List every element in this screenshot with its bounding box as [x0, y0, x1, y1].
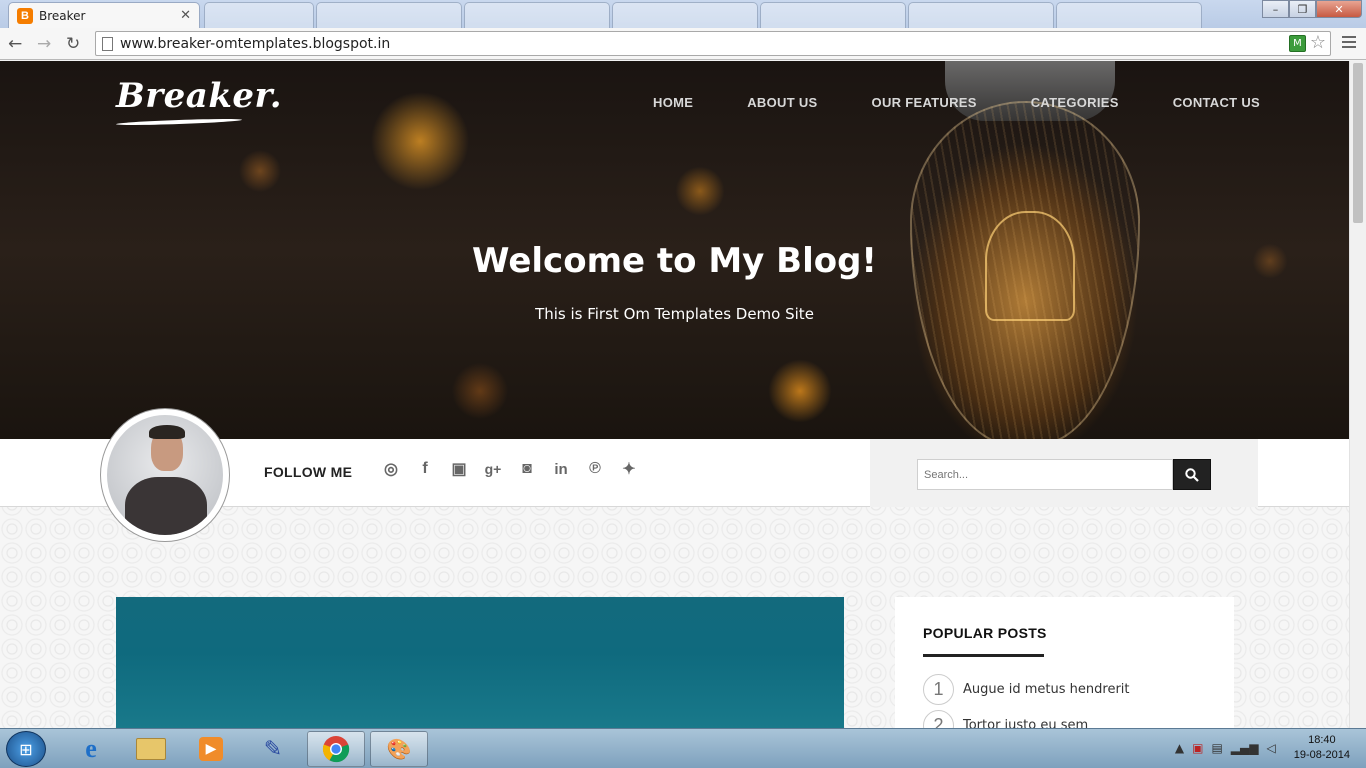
flickr-icon[interactable]: ▣ [449, 459, 469, 479]
tab-background[interactable] [612, 2, 758, 28]
chrome-taskbar-icon[interactable] [307, 731, 365, 767]
address-bar[interactable]: www.breaker-omtemplates.blogspot.in M ☆ [95, 31, 1331, 56]
linkedin-icon[interactable]: in [551, 459, 571, 479]
clock[interactable]: 18:40 19-08-2014 [1294, 733, 1350, 763]
search-icon [1185, 467, 1199, 482]
clock-date: 19-08-2014 [1293, 749, 1350, 761]
paint-tool-icon[interactable]: ✎ [244, 731, 302, 767]
instagram-icon[interactable]: ◙ [517, 459, 537, 479]
tab-background[interactable] [464, 2, 610, 28]
search-button[interactable] [1173, 459, 1211, 490]
nav-contact-us[interactable]: CONTACT US [1173, 95, 1260, 110]
tab-breaker[interactable]: B Breaker ✕ [8, 2, 200, 28]
post-title[interactable]: Tortor justo eu sem [963, 718, 1088, 728]
twitter-icon[interactable]: ✦ [619, 459, 639, 479]
network-signal-icon[interactable]: ▂▄▆ [1231, 741, 1259, 755]
window-controls: – ❐ ✕ [1262, 0, 1362, 18]
device-icon[interactable]: ▤ [1211, 741, 1222, 755]
system-tray: ▲ ▣ ▤ ▂▄▆ ◁ 18:40 19-08-2014 [1175, 733, 1350, 763]
chrome-menu-icon[interactable] [1342, 36, 1356, 51]
web-page: Breaker. HOME ABOUT US OUR FEATURES CATE… [0, 61, 1349, 728]
facebook-icon[interactable]: f [415, 459, 435, 479]
blogger-icon: B [17, 7, 33, 24]
maximize-button[interactable]: ❐ [1289, 0, 1316, 18]
forward-icon[interactable]: → [37, 34, 51, 54]
nav-our-features[interactable]: OUR FEATURES [872, 95, 977, 110]
avatar [100, 408, 230, 542]
post-rank: 1 [923, 674, 954, 705]
follow-me-label: FOLLOW ME [264, 464, 353, 480]
nav-about-us[interactable]: ABOUT US [747, 95, 817, 110]
post-featured-image[interactable] [116, 597, 844, 728]
media-player-icon[interactable]: ▶ [182, 731, 240, 767]
chrome-icon [322, 736, 350, 763]
title-underline [923, 654, 1044, 657]
search-input[interactable] [917, 459, 1173, 490]
site-logo[interactable]: Breaker. [116, 76, 282, 116]
google-plus-icon[interactable]: g+ [483, 459, 503, 479]
popular-posts-title: POPULAR POSTS [923, 625, 1047, 641]
volume-icon[interactable]: ◁ [1266, 741, 1275, 755]
logo-swoosh [115, 117, 243, 127]
tab-background[interactable] [316, 2, 462, 28]
tab-background[interactable] [204, 2, 314, 28]
close-window-button[interactable]: ✕ [1316, 0, 1362, 18]
reload-icon[interactable]: ↻ [66, 34, 80, 54]
security-icon[interactable]: ▣ [1192, 741, 1203, 755]
pinterest-icon[interactable]: ℗ [585, 459, 605, 479]
browser-tab-bar: B Breaker ✕ – ❐ ✕ [0, 0, 1366, 28]
internet-explorer-icon[interactable]: e [62, 731, 120, 767]
taskbar: ⊞ e ▶ ✎ 🎨 ▲ ▣ ▤ ▂▄▆ ◁ 18:40 19-08-2014 [0, 728, 1366, 768]
tab-background[interactable] [908, 2, 1054, 28]
hero-title: Welcome to My Blog! [472, 241, 877, 281]
list-item[interactable]: 2 Tortor justo eu sem [923, 710, 1088, 728]
main-nav: HOME ABOUT US OUR FEATURES CATEGORIES CO… [599, 95, 1260, 110]
paint-taskbar-icon[interactable]: 🎨 [370, 731, 428, 767]
minimize-button[interactable]: – [1262, 0, 1289, 18]
dribbble-icon[interactable]: ◎ [381, 459, 401, 479]
list-item[interactable]: 1 Augue id metus hendrerit [923, 674, 1130, 705]
hero-banner: Breaker. HOME ABOUT US OUR FEATURES CATE… [0, 61, 1349, 439]
social-links: ◎ f ▣ g+ ◙ in ℗ ✦ [381, 459, 653, 479]
nav-home[interactable]: HOME [653, 95, 693, 110]
scroll-thumb[interactable] [1353, 63, 1363, 223]
post-rank: 2 [923, 710, 954, 728]
vertical-scrollbar[interactable] [1349, 61, 1366, 728]
post-title[interactable]: Augue id metus hendrerit [963, 682, 1130, 697]
tab-background[interactable] [1056, 2, 1202, 28]
tab-background[interactable] [760, 2, 906, 28]
popular-posts-widget: POPULAR POSTS 1 Augue id metus hendrerit… [895, 597, 1234, 728]
tab-title: Breaker [39, 8, 86, 23]
browser-toolbar: ← → ↻ www.breaker-omtemplates.blogspot.i… [0, 28, 1366, 60]
back-icon[interactable]: ← [8, 34, 22, 54]
clock-time: 18:40 [1308, 734, 1336, 746]
close-tab-icon[interactable]: ✕ [180, 8, 191, 23]
address-text: www.breaker-omtemplates.blogspot.in [120, 35, 391, 52]
start-button[interactable]: ⊞ [6, 731, 46, 767]
bookmark-star-icon[interactable]: ☆ [1310, 32, 1326, 53]
file-explorer-icon[interactable] [122, 731, 180, 767]
show-hidden-icons-icon[interactable]: ▲ [1175, 741, 1184, 755]
page-icon [102, 37, 113, 51]
nav-categories[interactable]: CATEGORIES [1031, 95, 1119, 110]
extension-icon[interactable]: M [1289, 35, 1306, 52]
hero-subtitle: This is First Om Templates Demo Site [535, 305, 814, 323]
